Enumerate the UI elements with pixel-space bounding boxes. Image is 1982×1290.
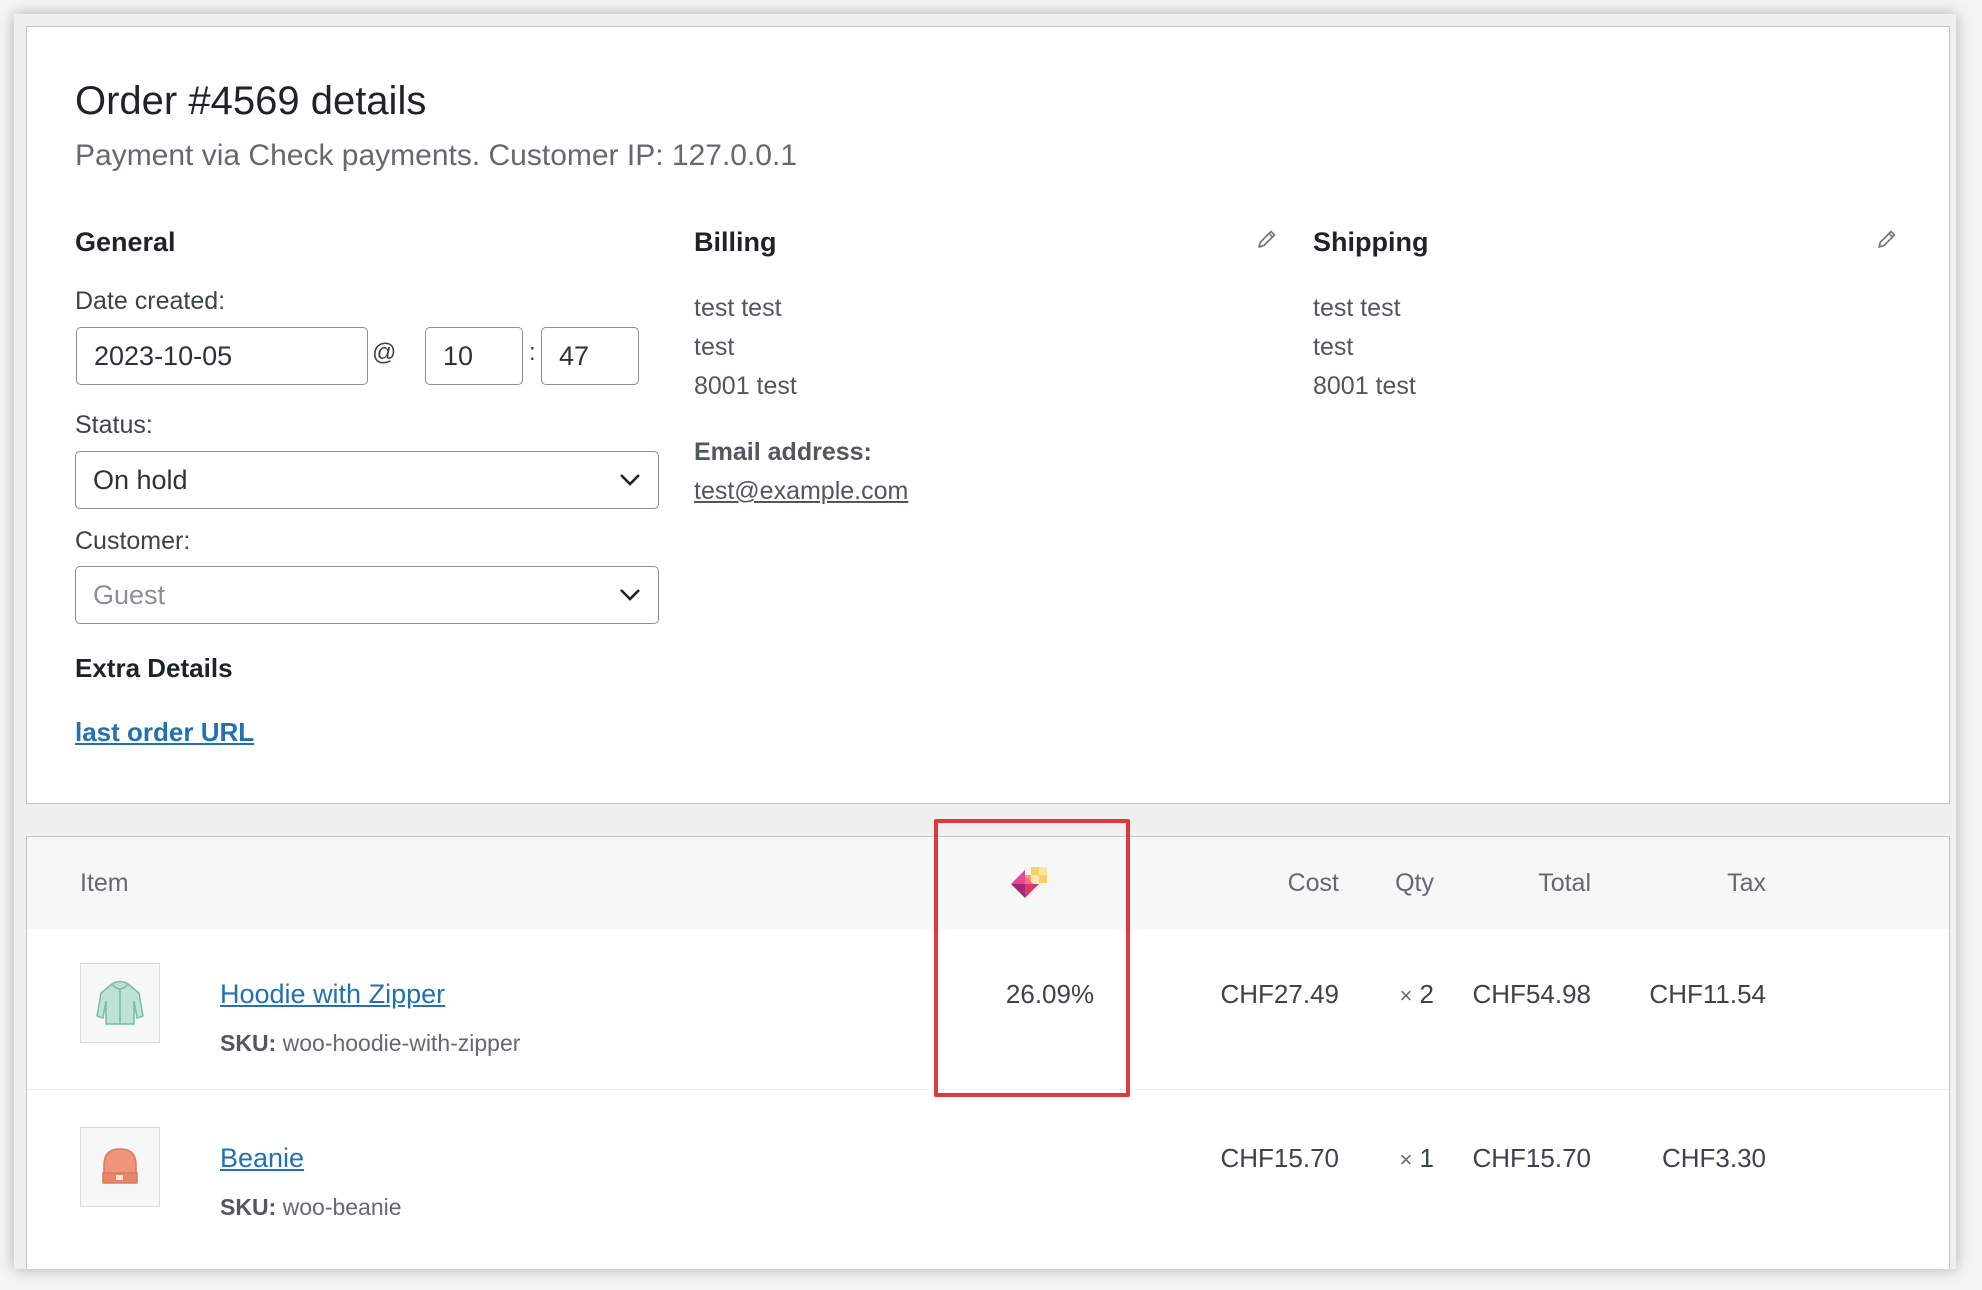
billing-name: test test [694,294,782,322]
item-qty: × 1 [1357,1143,1434,1174]
item-sku: SKU: woo-hoodie-with-zipper [220,1030,520,1057]
tax-column-header: Tax [1727,869,1766,897]
status-label: Status: [75,411,153,439]
highlight-annotation-box [934,819,1130,1097]
customer-label: Customer: [75,527,191,555]
sku-label: SKU: [220,1194,277,1220]
product-thumbnail[interactable] [80,963,160,1043]
hour-input[interactable] [425,327,523,385]
product-thumbnail[interactable] [80,1127,160,1207]
qty-multiplier: × [1399,983,1413,1008]
page-title: Order #4569 details [75,79,427,123]
qty-value: 2 [1419,979,1434,1009]
cost-column-header: Cost [1287,869,1339,897]
qty-value: 1 [1419,1143,1434,1173]
pencil-icon[interactable] [1875,227,1899,251]
minute-input[interactable] [541,327,639,385]
order-details-panel: Order #4569 details Payment via Check pa… [26,26,1950,804]
chevron-down-icon [620,474,640,486]
item-column-header: Item [80,869,129,897]
item-cost: CHF15.70 [1220,1143,1340,1173]
item-total: CHF54.98 [1472,979,1592,1009]
shipping-line-3: 8001 test [1313,372,1416,400]
item-qty: × 2 [1357,979,1434,1010]
email-address-label: Email address: [694,438,872,466]
shipping-name: test test [1313,294,1401,322]
total-column-header: Total [1538,869,1591,897]
order-subtitle: Payment via Check payments. Customer IP:… [75,139,798,172]
pencil-icon[interactable] [1255,227,1279,251]
sku-value: woo-beanie [282,1194,402,1220]
beanie-image-icon [102,1148,138,1184]
last-order-url-link[interactable]: last order URL [75,717,254,748]
item-tax: CHF11.54 [1649,979,1766,1009]
colon-separator: : [529,339,536,366]
item-name-link[interactable]: Beanie [220,1143,304,1174]
at-separator: @ [372,339,397,366]
hoodie-image-icon [96,980,144,1025]
date-created-input[interactable] [76,327,368,385]
page-background: Order #4569 details Payment via Check pa… [14,14,1956,1269]
status-select[interactable]: On hold [75,451,659,509]
item-sku: SKU: woo-beanie [220,1194,402,1221]
billing-line-2: test [694,333,735,361]
qty-column-header: Qty [1395,869,1434,897]
general-heading: General [75,227,176,257]
item-total: CHF15.70 [1472,1143,1592,1173]
shipping-heading: Shipping [1313,227,1429,257]
item-tax: CHF3.30 [1661,1143,1766,1173]
extra-details-heading: Extra Details [75,653,233,683]
sku-label: SKU: [220,1030,277,1056]
chevron-down-icon [620,589,640,601]
status-select-value: On hold [93,464,188,495]
sku-value: woo-hoodie-with-zipper [282,1030,521,1056]
item-name-link[interactable]: Hoodie with Zipper [220,979,445,1010]
date-created-label: Date created: [75,287,226,315]
qty-multiplier: × [1399,1147,1413,1172]
billing-line-3: 8001 test [694,372,797,400]
billing-heading: Billing [694,227,777,257]
shipping-line-2: test [1313,333,1354,361]
customer-select[interactable]: Guest [75,566,659,624]
window-frame: Order #4569 details Payment via Check pa… [14,14,1956,1269]
item-cost: CHF27.49 [1220,979,1340,1009]
billing-email-link[interactable]: test@example.com [694,477,908,506]
customer-select-value: Guest [93,579,166,610]
